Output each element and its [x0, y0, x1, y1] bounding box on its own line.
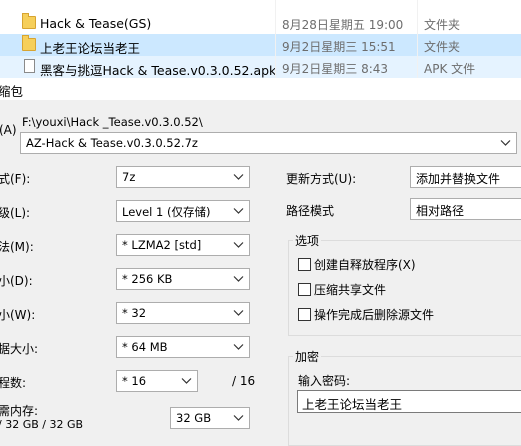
memory-combo[interactable]: 32 GB	[170, 407, 250, 429]
level-value: Level 1 (仅存储)	[122, 205, 211, 219]
file-name: Hack & Tease(GS)	[40, 16, 152, 31]
level-combo[interactable]: Level 1 (仅存储)	[116, 200, 250, 222]
file-row-apk[interactable]: 黑客与挑逗Hack & Tease.v0.3.0.52.apk 9月2日星期三 …	[0, 56, 521, 78]
file-list: Hack & Tease(GS) 8月28日星期五 19:00 文件夹 上老王论…	[0, 0, 521, 78]
options-group-title: 选项	[293, 232, 322, 249]
threads-max: / 16	[232, 374, 256, 388]
chevron-down-icon	[233, 276, 244, 282]
memory-label: 需内存:	[0, 404, 39, 418]
method-value: * LZMA2 [std]	[122, 238, 202, 252]
column-divider	[417, 0, 418, 78]
file-name: 上老王论坛当老王	[40, 41, 141, 56]
dialog-title: 缩包	[0, 84, 24, 99]
path-mode-value: 相对路径	[416, 204, 465, 218]
format-combo[interactable]: 7z	[116, 166, 250, 188]
file-type: 文件夹	[424, 40, 461, 54]
create-sfx-checkbox[interactable]	[298, 258, 311, 271]
chevron-down-icon	[233, 310, 244, 316]
archive-path: F:\youxi\Hack _Tease.v0.3.0.52\	[22, 115, 203, 129]
add-to-archive-dialog: 缩包 (A) F:\youxi\Hack _Tease.v0.3.0.52\ A…	[0, 78, 521, 446]
word-size-label: 小(W):	[0, 308, 36, 322]
compress-shared-checkbox[interactable]	[298, 283, 311, 296]
chevron-down-icon	[500, 140, 511, 146]
compress-shared-label: 压缩共享文件	[314, 283, 387, 297]
delete-after-label: 操作完成后删除源文件	[314, 308, 435, 322]
chevron-down-icon	[233, 344, 244, 350]
folder-icon	[22, 35, 36, 51]
format-value: 7z	[122, 170, 136, 184]
file-date: 9月2日星期三 15:51	[282, 40, 396, 54]
dictionary-label: 小(D):	[0, 274, 33, 288]
threads-combo[interactable]: * 16	[116, 370, 198, 392]
create-sfx-label: 创建自释放程序(X)	[314, 258, 416, 272]
memory-usage: / 32 GB / 32 GB	[0, 418, 84, 431]
threads-label: 程数:	[0, 376, 27, 390]
method-label: 法(M):	[0, 240, 34, 254]
delete-after-checkbox[interactable]	[298, 308, 311, 321]
encryption-group-title: 加密	[293, 348, 322, 365]
chevron-down-icon	[233, 242, 244, 248]
chevron-down-icon	[233, 208, 244, 214]
archive-name-combo[interactable]: AZ-Hack & Tease.v0.3.0.52.7z	[20, 132, 517, 154]
level-label: 级(L):	[0, 206, 31, 220]
file-name: 黑客与挑逗Hack & Tease.v0.3.0.52.apk	[40, 63, 277, 78]
file-date: 8月28日星期五 19:00	[282, 18, 404, 32]
dictionary-value: * 256 KB	[122, 272, 173, 286]
threads-value: * 16	[122, 374, 147, 388]
word-size-value: * 32	[122, 306, 147, 320]
format-label: 式(F):	[0, 172, 31, 186]
file-row-laowang[interactable]: 上老王论坛当老王 9月2日星期三 15:51 文件夹	[0, 34, 521, 56]
path-mode-combo[interactable]: 相对路径	[410, 198, 521, 220]
dictionary-combo[interactable]: * 256 KB	[116, 268, 250, 290]
update-mode-combo[interactable]: 添加并替换文件	[410, 166, 521, 188]
chevron-down-icon	[181, 378, 192, 384]
path-mode-label: 路径模式	[286, 204, 335, 218]
word-size-combo[interactable]: * 32	[116, 302, 250, 324]
password-value: 上老王论坛当老王	[302, 397, 403, 412]
file-type: 文件夹	[424, 18, 461, 32]
method-combo[interactable]: * LZMA2 [std]	[116, 234, 250, 256]
update-mode-value: 添加并替换文件	[416, 172, 501, 186]
block-size-label: 据大小:	[0, 342, 39, 356]
column-divider	[275, 0, 276, 78]
archive-label: (A)	[0, 123, 17, 137]
chevron-down-icon	[233, 174, 244, 180]
file-type: APK 文件	[424, 62, 476, 76]
archive-name-value: AZ-Hack & Tease.v0.3.0.52.7z	[26, 136, 198, 150]
block-size-combo[interactable]: * 64 MB	[116, 336, 250, 358]
chevron-down-icon	[233, 415, 244, 421]
file-row-hack-tease-gs[interactable]: Hack & Tease(GS) 8月28日星期五 19:00 文件夹	[0, 12, 521, 34]
block-size-value: * 64 MB	[122, 340, 168, 354]
password-input[interactable]: 上老王论坛当老王	[297, 390, 521, 413]
folder-icon	[22, 13, 36, 29]
file-icon	[24, 59, 35, 73]
update-mode-label: 更新方式(U):	[286, 172, 357, 186]
memory-value: 32 GB	[176, 411, 212, 425]
dialog-titlebar: 缩包	[0, 78, 521, 100]
file-date: 9月2日星期三 8:43	[282, 62, 389, 76]
password-label: 输入密码:	[298, 374, 351, 388]
